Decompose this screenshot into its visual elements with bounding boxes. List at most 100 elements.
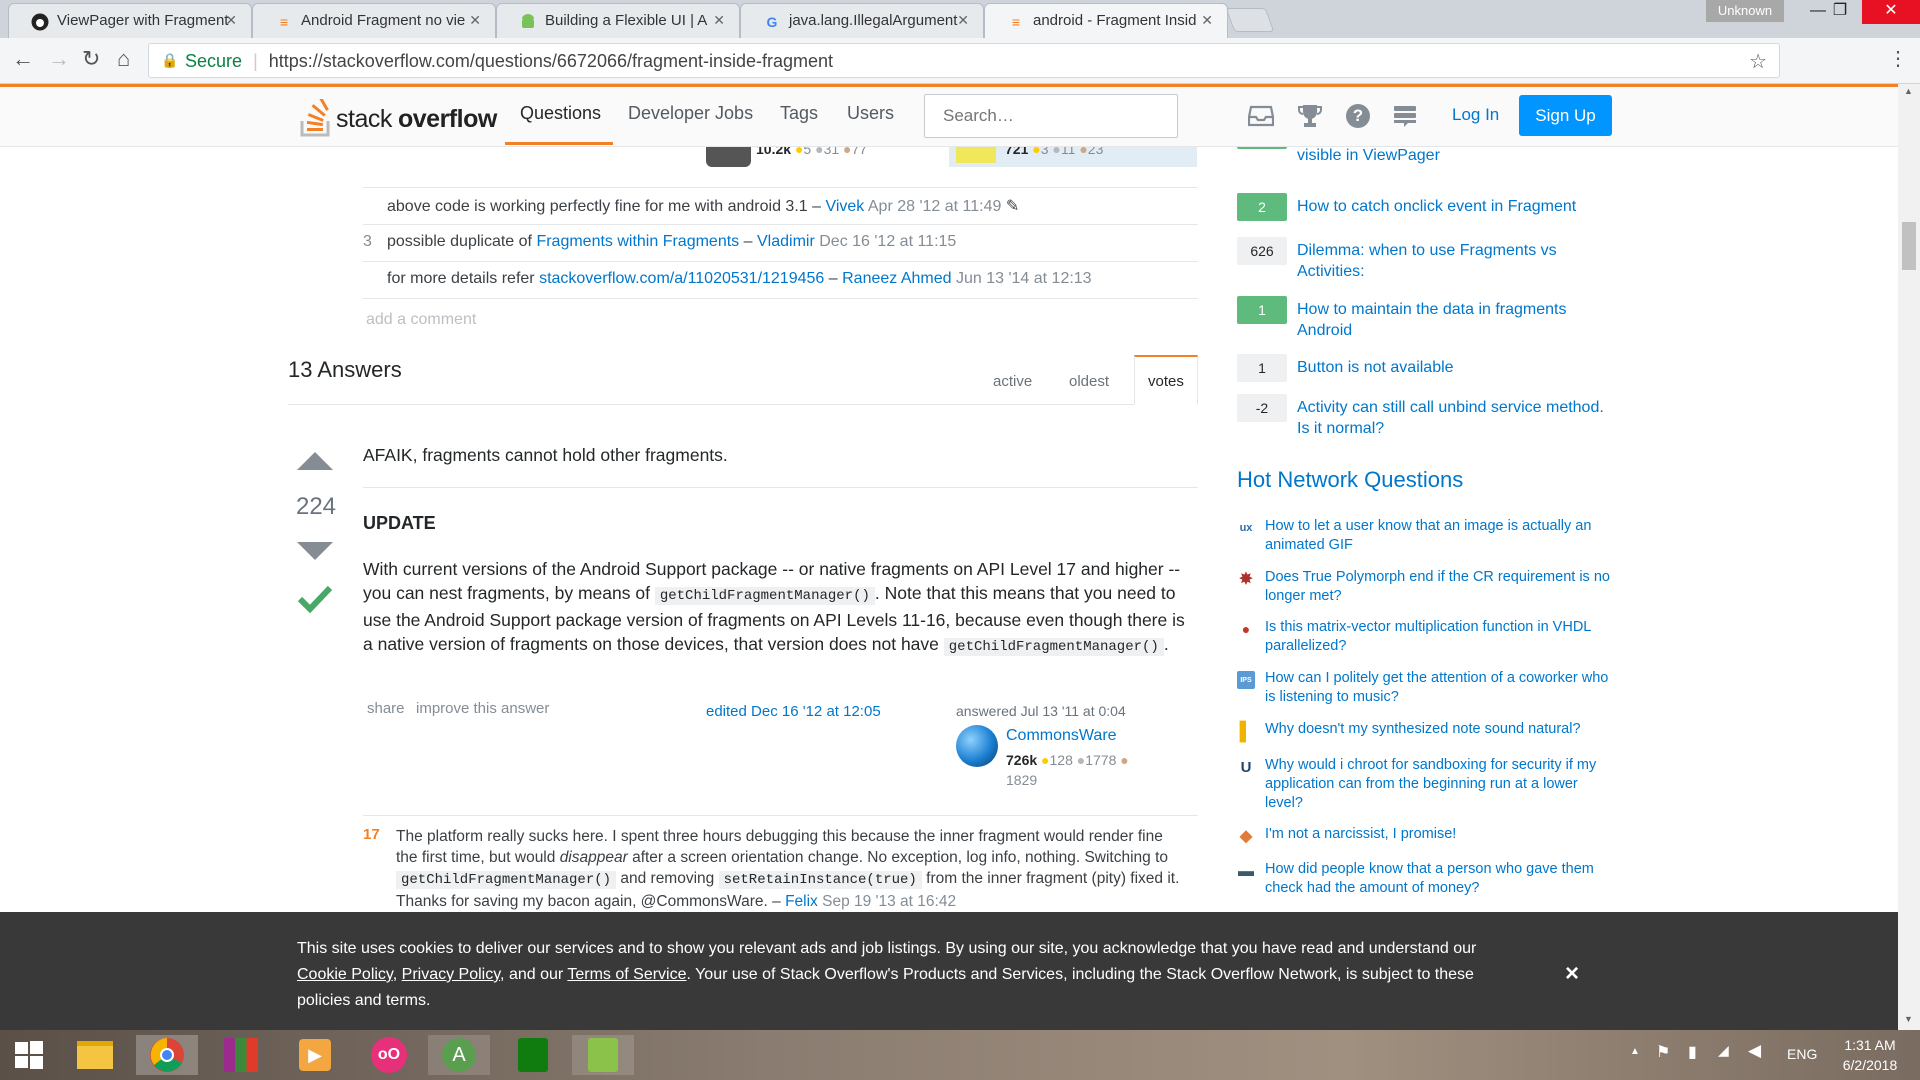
comment-link[interactable]: Fragments within Fragments: [536, 233, 739, 250]
hnq-link[interactable]: I'm not a narcissist, I promise!: [1265, 825, 1610, 844]
nav-developer-jobs[interactable]: Developer Jobs: [628, 103, 753, 124]
linked-question-title[interactable]: How to catch onclick event in Fragment: [1297, 196, 1617, 217]
store-icon[interactable]: [502, 1035, 564, 1075]
flag-icon[interactable]: ⚑: [1656, 1042, 1670, 1062]
browser-tab-3[interactable]: Building a Flexible UI | A ✕: [496, 3, 740, 38]
user-rep: 10.2k: [756, 147, 792, 157]
page-scrollbar[interactable]: ▲ ▼: [1898, 84, 1920, 1030]
windows-start-icon[interactable]: [0, 1035, 58, 1075]
profile-badge[interactable]: Unknown: [1706, 0, 1784, 22]
tray-expand-icon[interactable]: ▲: [1630, 1046, 1640, 1057]
improve-answer-link[interactable]: improve this answer: [416, 700, 549, 717]
hnq-link[interactable]: How to let a user know that an image is …: [1265, 517, 1610, 555]
linked-question-title[interactable]: Button is not available: [1297, 357, 1617, 378]
device-app-icon[interactable]: [572, 1035, 634, 1075]
hnq-title[interactable]: Hot Network Questions: [1237, 467, 1463, 493]
search-input[interactable]: [924, 94, 1178, 138]
linked-question-title[interactable]: Activity can still call unbind service m…: [1297, 397, 1617, 439]
owner-signature: 721 ●3 ●11 ●23: [949, 147, 1197, 167]
menu-dots-icon[interactable]: ⋮: [1888, 47, 1908, 71]
inbox-icon[interactable]: [1248, 105, 1274, 127]
mirror-app-icon[interactable]: oO: [358, 1035, 420, 1075]
android-studio-icon[interactable]: A: [428, 1035, 490, 1075]
close-tab-icon[interactable]: ✕: [1201, 12, 1213, 29]
clock-date[interactable]: 6/2/2018: [1836, 1057, 1904, 1073]
help-icon[interactable]: ?: [1346, 104, 1370, 128]
cookie-policy-link[interactable]: Cookie Policy: [297, 966, 393, 983]
home-icon[interactable]: ⌂: [117, 47, 130, 71]
nav-tags[interactable]: Tags: [780, 103, 818, 124]
scrollbar-thumb[interactable]: [1902, 222, 1916, 270]
comment-date[interactable]: Apr 28 '12 at 11:49: [868, 198, 1002, 215]
nav-users[interactable]: Users: [847, 103, 894, 124]
user-avatar[interactable]: [956, 725, 998, 767]
browser-tab-1[interactable]: ViewPager with Fragment ✕: [8, 3, 252, 38]
url-text[interactable]: https://stackoverflow.com/questions/6672…: [269, 51, 833, 71]
volume-icon[interactable]: ◀: [1748, 1041, 1761, 1061]
battery-icon[interactable]: ▮: [1688, 1042, 1697, 1062]
hnq-link[interactable]: How can I politely get the attention of …: [1265, 669, 1610, 707]
so-logo[interactable]: stack overflow: [300, 95, 500, 139]
sort-tab-active[interactable]: active: [993, 373, 1032, 390]
linked-question-title[interactable]: How to maintain the data in fragments An…: [1297, 299, 1617, 341]
close-tab-icon[interactable]: ✕: [713, 12, 725, 29]
sort-tab-votes[interactable]: votes: [1134, 355, 1198, 405]
hnq-link[interactable]: Does True Polymorph end if the CR requir…: [1265, 568, 1610, 606]
language-indicator[interactable]: ENG: [1787, 1046, 1817, 1062]
scroll-up-arrow-icon[interactable]: ▲: [1904, 86, 1913, 96]
star-icon[interactable]: ☆: [1749, 49, 1767, 74]
browser-tab-4[interactable]: G java.lang.IllegalArgument ✕: [740, 3, 984, 38]
hnq-link[interactable]: Why doesn't my synthesized note sound na…: [1265, 720, 1610, 739]
electronics-icon: ●: [1241, 620, 1251, 637]
forward-arrow-icon[interactable]: →: [48, 47, 70, 71]
close-tab-icon[interactable]: ✕: [469, 12, 481, 29]
scroll-down-arrow-icon[interactable]: ▼: [1904, 1014, 1913, 1024]
comment-user[interactable]: Vladimir: [757, 233, 815, 250]
edited-link[interactable]: edited Dec 16 '12 at 12:05: [706, 703, 881, 720]
user-avatar[interactable]: [706, 147, 751, 167]
reload-icon[interactable]: ↻: [82, 47, 100, 71]
comment-link[interactable]: stackoverflow.com/a/11020531/1219456: [539, 270, 824, 287]
close-tab-icon[interactable]: ✕: [225, 12, 237, 29]
back-arrow-icon[interactable]: ←: [12, 47, 34, 71]
media-player-icon[interactable]: ▶: [284, 1035, 346, 1075]
browser-tab-5-active[interactable]: ≡ android - Fragment Insid ✕: [984, 3, 1228, 38]
hnq-link[interactable]: How did people know that a person who ga…: [1265, 860, 1610, 898]
comment-user[interactable]: Raneez Ahmed: [842, 270, 951, 287]
hnq-link[interactable]: Is this matrix-vector multiplication fun…: [1265, 618, 1610, 656]
signup-button[interactable]: Sign Up: [1519, 95, 1612, 136]
browser-tab-2[interactable]: ≡ Android Fragment no vie ✕: [252, 3, 496, 38]
comment-user[interactable]: Felix: [785, 893, 818, 910]
login-link[interactable]: Log In: [1452, 105, 1499, 125]
comment-date[interactable]: Jun 13 '14 at 12:13: [956, 270, 1092, 287]
add-comment-link[interactable]: add a comment: [366, 311, 476, 329]
close-cookie-icon[interactable]: ×: [1565, 960, 1579, 988]
share-link[interactable]: share: [367, 700, 405, 717]
new-tab-button[interactable]: [1225, 8, 1275, 32]
linked-question-title[interactable]: Dilemma: when to use Fragments vs Activi…: [1297, 240, 1617, 282]
chrome-icon[interactable]: [136, 1035, 198, 1075]
comment-user[interactable]: Vivek: [825, 198, 864, 215]
privacy-policy-link[interactable]: Privacy Policy: [402, 966, 500, 983]
answer-user-name[interactable]: CommonsWare: [1006, 727, 1117, 745]
winrar-icon[interactable]: [210, 1035, 272, 1075]
clock-time[interactable]: 1:31 AM: [1840, 1037, 1900, 1053]
close-tab-icon[interactable]: ✕: [957, 12, 969, 29]
file-explorer-icon[interactable]: [64, 1035, 126, 1075]
hnq-link[interactable]: Why would i chroot for sandboxing for se…: [1265, 756, 1610, 813]
close-window-button[interactable]: ✕: [1862, 0, 1920, 24]
wifi-icon[interactable]: ◢: [1718, 1042, 1729, 1059]
url-box[interactable]: 🔒 Secure | https://stackoverflow.com/que…: [148, 43, 1780, 78]
maximize-button[interactable]: ❐: [1818, 0, 1862, 24]
sort-tab-oldest[interactable]: oldest: [1069, 373, 1109, 390]
comment-date[interactable]: Sep 19 '13 at 16:42: [822, 893, 956, 910]
upvote-arrow-icon[interactable]: [296, 451, 334, 471]
comment-date[interactable]: Dec 16 '12 at 11:15: [819, 233, 956, 250]
terms-link[interactable]: Terms of Service: [567, 966, 686, 983]
trophy-icon[interactable]: [1297, 103, 1323, 129]
nav-questions[interactable]: Questions: [505, 87, 613, 145]
downvote-arrow-icon[interactable]: [296, 541, 334, 561]
user-avatar[interactable]: [956, 147, 996, 163]
site-switcher-icon[interactable]: [1393, 104, 1417, 128]
linked-question-title[interactable]: How to determine when Fragment becomes v…: [1297, 147, 1617, 166]
